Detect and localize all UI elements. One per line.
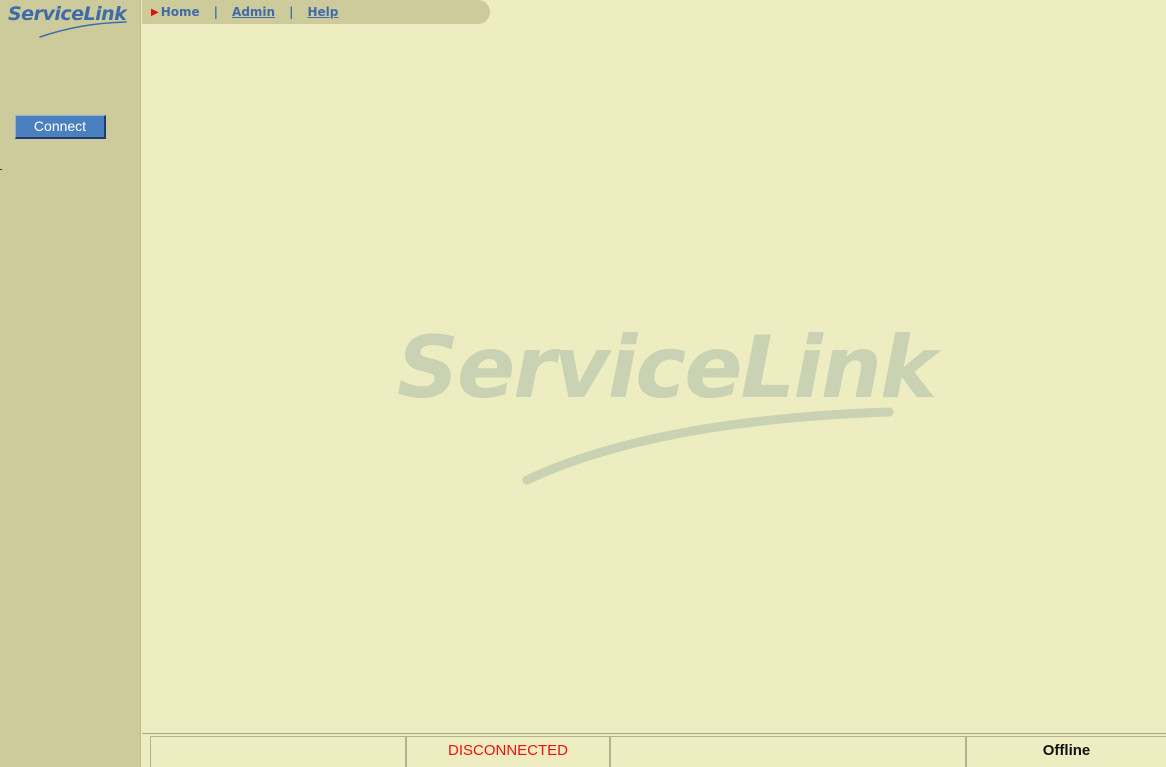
- status-cell-empty: [150, 736, 406, 767]
- nav-admin-link[interactable]: Admin: [232, 5, 275, 19]
- watermark-swoosh-icon: [522, 407, 894, 485]
- status-bar: DISCONNECTED Offline: [142, 733, 1166, 767]
- nav-separator: |: [289, 5, 294, 19]
- nav-help-link[interactable]: Help: [307, 5, 338, 19]
- mode-status: Offline: [966, 736, 1166, 767]
- logo-swoosh-icon: [39, 21, 127, 38]
- servicelink-watermark-logo: ServiceLink: [395, 318, 937, 488]
- nav-separator: |: [213, 5, 219, 19]
- connect-button[interactable]: Connect: [15, 115, 106, 139]
- arrow-right-icon: ▶: [151, 6, 159, 18]
- top-nav: ▶ Home | Admin | Help: [142, 0, 490, 24]
- divider-dot: [0, 169, 2, 170]
- nav-home-link[interactable]: Home: [161, 5, 200, 19]
- sidebar: ServiceLink Connect: [0, 0, 141, 767]
- status-cell-empty: [610, 736, 966, 767]
- servicelink-logo: ServiceLink: [8, 2, 130, 40]
- connection-status: DISCONNECTED: [406, 736, 610, 767]
